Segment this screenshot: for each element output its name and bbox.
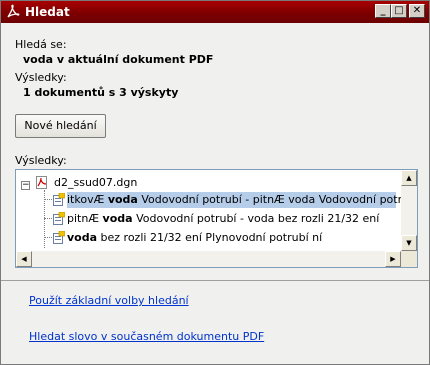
- search-result-icon: [53, 193, 65, 206]
- maximize-button[interactable]: □: [391, 4, 407, 18]
- result-item[interactable]: voda bez rozli 21/32 ení Plynovodní potr…: [67, 230, 396, 246]
- divider: [1, 280, 429, 281]
- results-tree[interactable]: − d2_ssud07.dgn itkovÆ voda Vodovodní po…: [15, 169, 418, 268]
- horizontal-scrollbar[interactable]: ◀ ▶: [16, 251, 401, 267]
- result-text-before: pitnÆ: [67, 212, 103, 225]
- scrollbar-corner: [401, 251, 417, 267]
- scroll-down-icon[interactable]: ▼: [401, 235, 417, 251]
- document-name: d2_ssud07.dgn: [54, 176, 138, 189]
- tree-document-node[interactable]: − d2_ssud07.dgn: [16, 175, 401, 191]
- results-tree-label: Výsledky:: [15, 154, 67, 167]
- search-scope-label: Hledá se:: [15, 38, 67, 51]
- result-text-after: Vodovodní potrubí - voda bez rozli 21/32…: [132, 212, 380, 225]
- result-text-after: bez rozli 21/32 ení Plynovodní potrubí n…: [97, 231, 323, 244]
- new-search-button[interactable]: Nové hledání: [15, 114, 106, 138]
- result-item[interactable]: pitnÆ voda Vodovodní potrubí - voda bez …: [67, 211, 396, 227]
- result-match: voda: [67, 231, 98, 244]
- minimize-button[interactable]: _: [375, 4, 391, 18]
- collapse-icon[interactable]: −: [21, 181, 30, 190]
- scroll-right-icon[interactable]: ▶: [385, 251, 401, 267]
- search-result-icon: [53, 212, 65, 225]
- acrobat-icon: [7, 4, 20, 18]
- search-window: Hledat _ □ ✕ Hledá se: voda v aktuální d…: [0, 0, 430, 365]
- tree-line: [44, 237, 52, 238]
- result-match: voda: [107, 193, 138, 206]
- results-count-label: Výsledky:: [15, 71, 67, 84]
- result-text-before: itkovÆ: [67, 193, 108, 206]
- search-scope-value: voda v aktuální dokument PDF: [23, 53, 214, 66]
- pdf-document-icon: [36, 176, 47, 189]
- scroll-left-icon[interactable]: ◀: [16, 251, 32, 267]
- result-item[interactable]: itkovÆ voda Vodovodní potrubí - pitnÆ vo…: [67, 192, 417, 208]
- tree-line: [44, 218, 52, 219]
- result-text-after: Vodovodní potrubí - pitnÆ voda Vodovodní…: [137, 193, 418, 206]
- window-title: Hledat: [25, 5, 70, 19]
- tree-line: [44, 199, 52, 200]
- search-result-icon: [53, 231, 65, 244]
- title-bar[interactable]: Hledat _ □ ✕: [1, 1, 429, 23]
- results-summary: 1 dokumentů s 3 výskyty: [23, 86, 179, 99]
- scroll-up-icon[interactable]: ▲: [401, 170, 417, 186]
- vertical-scrollbar[interactable]: ▲ ▼: [401, 170, 417, 251]
- basic-search-options-link[interactable]: Použít základní volby hledání: [29, 294, 189, 307]
- close-button[interactable]: ✕: [409, 4, 425, 18]
- search-word-in-current-pdf-link[interactable]: Hledat slovo v současném dokumentu PDF: [29, 330, 264, 343]
- result-match: voda: [102, 212, 133, 225]
